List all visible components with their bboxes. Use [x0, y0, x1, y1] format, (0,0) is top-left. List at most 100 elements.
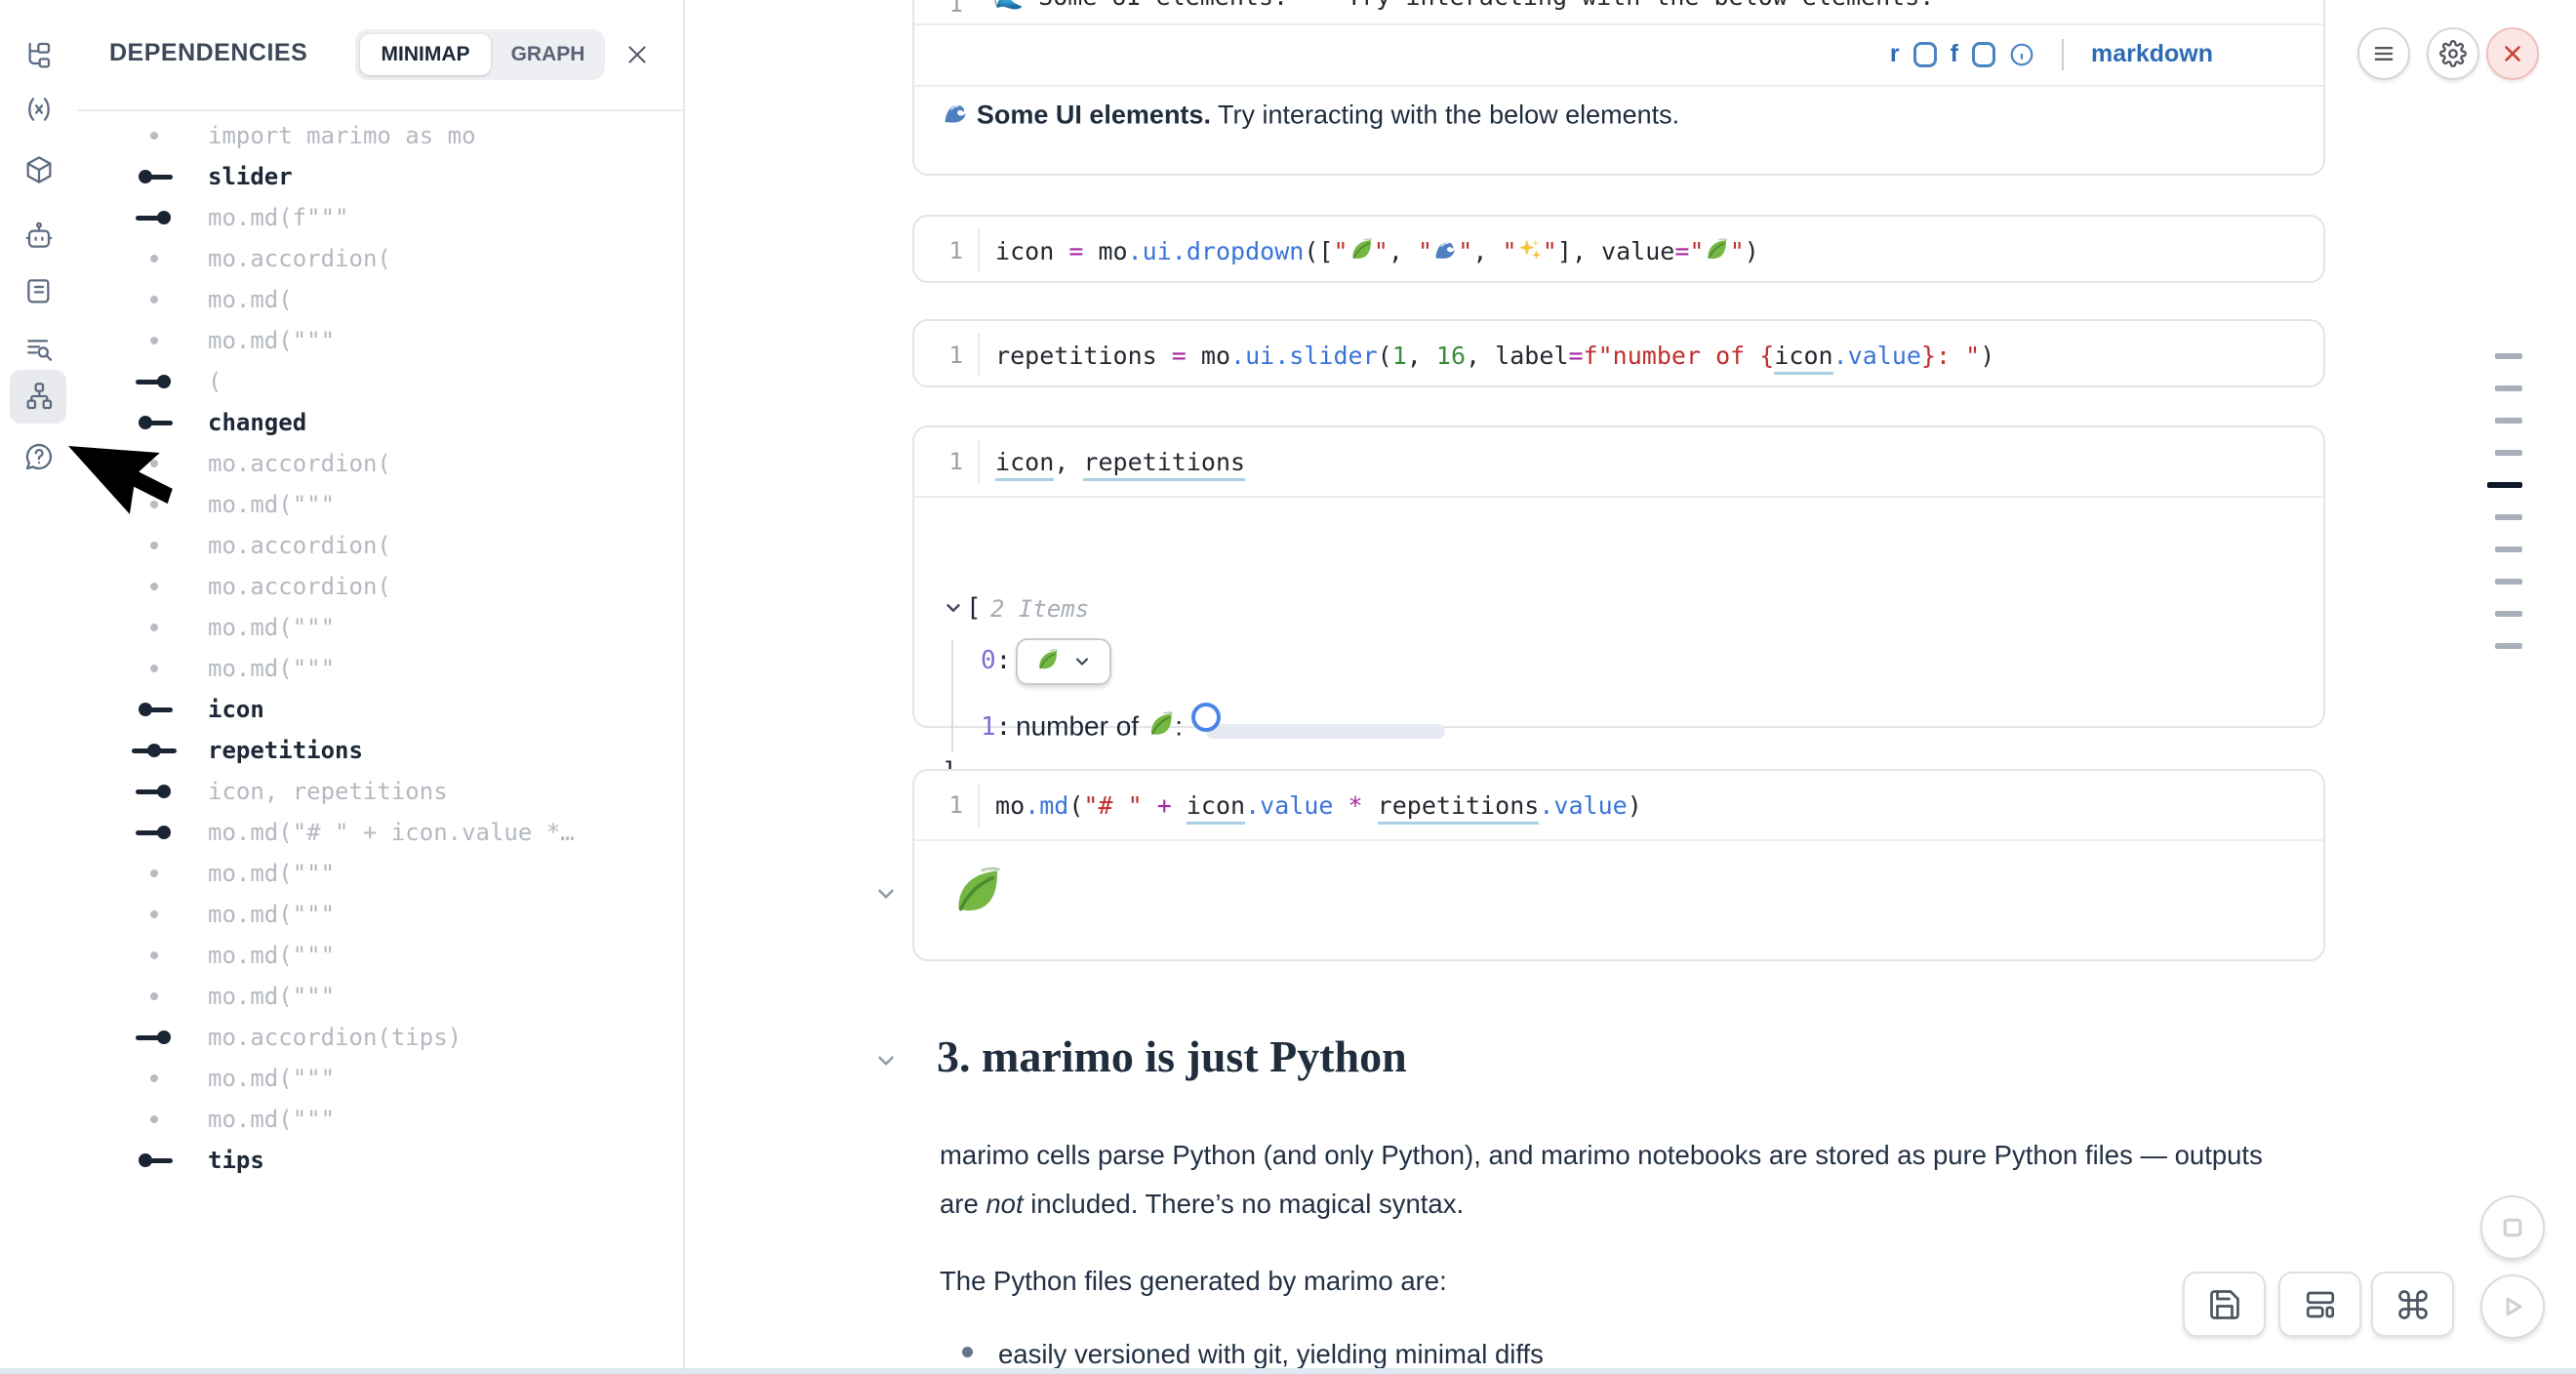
cell-output-tree: [ 2 Items 0: 1: number of : ] — [914, 498, 2323, 730]
minimap-item[interactable]: mo.md(""" — [77, 976, 683, 1017]
icon-dropdown-select[interactable] — [1016, 638, 1111, 685]
close-panel-button[interactable] — [618, 35, 657, 74]
cell-position-marker[interactable] — [2495, 514, 2522, 520]
minimap-item[interactable]: mo.accordion( — [77, 443, 683, 484]
minimap-item[interactable]: mo.md(""" — [77, 607, 683, 648]
minimap-item[interactable]: slider — [77, 156, 683, 197]
minimap-item[interactable]: mo.md(f""" — [77, 197, 683, 238]
code-line: mo.md("# " + icon.value * repetitions.va… — [980, 791, 1642, 820]
leaf-emoji — [1147, 710, 1175, 739]
minimap-item-label: tips — [208, 1147, 264, 1174]
minimap-item[interactable]: mo.accordion(tips) — [77, 1017, 683, 1058]
minimap-item[interactable]: import marimo as mo — [77, 115, 683, 156]
toolbar-r-label: r — [1890, 40, 1900, 68]
section-collapse-chevron-icon[interactable] — [873, 1048, 899, 1073]
close-icon — [2500, 41, 2525, 66]
line-number: 1 — [914, 229, 980, 272]
cell-position-marker[interactable] — [2495, 418, 2522, 424]
minimap-item[interactable]: ( — [77, 361, 683, 402]
file-tree-icon[interactable] — [23, 40, 55, 71]
minimap-item[interactable]: mo.md(""" — [77, 484, 683, 525]
stop-icon — [2496, 1211, 2529, 1244]
cell-position-marker[interactable] — [2487, 482, 2522, 488]
command-icon — [2395, 1287, 2431, 1322]
cell-position-marker[interactable] — [2495, 643, 2522, 649]
minimap-item[interactable]: icon — [77, 689, 683, 730]
minimap-item[interactable]: mo.md(""" — [77, 320, 683, 361]
code-editor[interactable]: 1 icon, repetitions — [914, 427, 2323, 498]
tree-items-count: 2 Items — [990, 595, 1089, 623]
minimap-item-label: import marimo as mo — [208, 122, 476, 149]
paragraph-line: marimo cells parse Python (and only Pyth… — [940, 1140, 2263, 1171]
save-icon — [2207, 1287, 2242, 1322]
slider-label: number of : — [1016, 710, 1183, 742]
minimap-item[interactable]: changed — [77, 402, 683, 443]
run-button[interactable] — [2480, 1274, 2545, 1339]
repetitions-slider-thumb[interactable] — [1191, 703, 1221, 732]
cell-position-marker[interactable] — [2495, 385, 2522, 391]
code-editor[interactable]: 1 mo.md("# " + icon.value * repetitions.… — [914, 771, 2323, 841]
minimap-item[interactable]: mo.md(""" — [77, 1058, 683, 1099]
cell-position-marker[interactable] — [2495, 611, 2522, 617]
dependencies-icon[interactable] — [23, 381, 55, 412]
ai-assistant-icon[interactable] — [23, 221, 55, 252]
shutdown-button[interactable] — [2486, 27, 2539, 80]
code-line: icon = mo.ui.dropdown(["", "", ""], valu… — [980, 237, 1759, 265]
cell-position-marker[interactable] — [2495, 579, 2522, 585]
cell-marker-icon — [132, 279, 177, 320]
play-icon — [2496, 1290, 2529, 1323]
minimap-item[interactable]: mo.md(""" — [77, 894, 683, 935]
cell-position-marker[interactable] — [2495, 546, 2522, 552]
minimap-item[interactable]: mo.accordion( — [77, 566, 683, 607]
snippets-icon[interactable] — [23, 334, 55, 365]
info-icon[interactable] — [2009, 42, 2034, 67]
collapse-chevron-icon[interactable] — [943, 597, 964, 619]
cell-position-markers[interactable] — [2487, 353, 2522, 649]
packages-icon[interactable] — [23, 154, 55, 185]
minimap-item[interactable]: mo.accordion( — [77, 238, 683, 279]
output-collapse-chevron-icon[interactable] — [873, 881, 899, 907]
keyboard-shortcuts-button[interactable] — [2371, 1272, 2454, 1337]
code-line-clipped: 🌊 Some UI elements. - Try interacting wi… — [978, 0, 1934, 23]
hamburger-icon — [2370, 40, 2397, 67]
tab-graph[interactable]: GRAPH — [491, 34, 605, 75]
stop-button[interactable] — [2480, 1195, 2545, 1260]
minimap-item[interactable]: mo.md(""" — [77, 1099, 683, 1140]
minimap-item-label: mo.md(""" — [208, 983, 335, 1010]
cell-icon-repetitions: 1 icon, repetitions [ 2 Items 0: 1: numb… — [912, 425, 2325, 728]
minimap-item[interactable]: mo.md(""" — [77, 648, 683, 689]
layout-button[interactable] — [2278, 1272, 2361, 1337]
help-icon[interactable] — [23, 441, 55, 472]
logs-icon[interactable] — [23, 275, 55, 306]
cell-marker-icon — [132, 894, 177, 935]
minimap-item[interactable]: icon, repetitions — [77, 771, 683, 812]
minimap-item[interactable]: mo.md(""" — [77, 853, 683, 894]
toolbar-f-label: f — [1951, 40, 1958, 68]
cell-marker-icon — [132, 320, 177, 361]
minimap-item[interactable]: mo.md(""" — [77, 935, 683, 976]
code-editor[interactable]: 1 icon = mo.ui.dropdown(["", "", ""], va… — [914, 217, 2323, 285]
cell-marker-icon — [132, 156, 177, 197]
cell-marker-icon — [132, 730, 177, 771]
variables-icon[interactable] — [23, 94, 55, 125]
r-checkbox[interactable] — [1913, 42, 1937, 67]
menu-button[interactable] — [2357, 27, 2410, 80]
cell-intro-code[interactable]: 1 🌊 Some UI elements. - Try interacting … — [914, 0, 2323, 23]
cell-position-marker[interactable] — [2495, 450, 2522, 456]
cell-position-marker[interactable] — [2495, 353, 2522, 359]
minimap-item[interactable]: tips — [77, 1140, 683, 1181]
code-editor[interactable]: 1 repetitions = mo.ui.slider(1, 16, labe… — [914, 321, 2323, 389]
cell-marker-icon — [132, 771, 177, 812]
sparkles-emoji — [1517, 237, 1543, 263]
minimap-item[interactable]: repetitions — [77, 730, 683, 771]
settings-button[interactable] — [2427, 27, 2479, 80]
minimap-item[interactable]: mo.md( — [77, 279, 683, 320]
minimap-item[interactable]: mo.md("# " + icon.value *… — [77, 812, 683, 853]
repetitions-slider-track[interactable] — [1206, 724, 1445, 739]
minimap-item[interactable]: mo.accordion( — [77, 525, 683, 566]
tab-minimap[interactable]: MINIMAP — [360, 34, 491, 75]
cell-marker-icon — [132, 566, 177, 607]
save-button[interactable] — [2183, 1272, 2266, 1337]
f-checkbox[interactable] — [1972, 42, 1995, 67]
language-badge[interactable]: markdown — [2091, 40, 2213, 68]
